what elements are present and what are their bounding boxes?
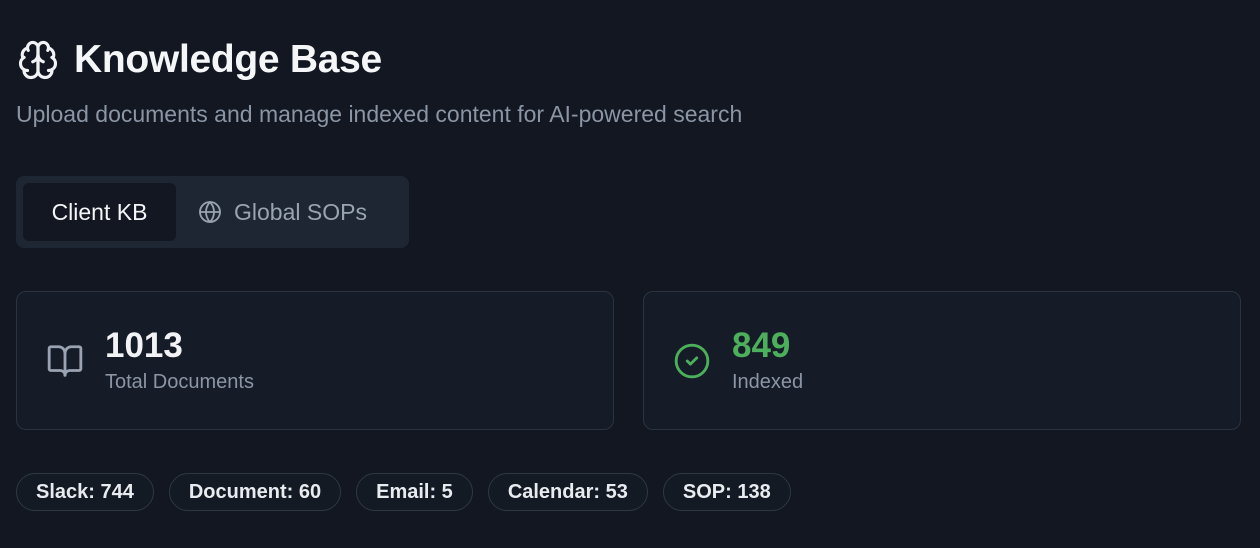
check-circle-icon: [672, 341, 712, 381]
page-header: Knowledge Base: [16, 38, 382, 82]
chip-email: Email: 5: [356, 473, 473, 511]
globe-icon: [198, 200, 222, 224]
brain-icon: [16, 38, 60, 82]
total-documents-value: 1013: [105, 325, 183, 365]
indexed-label: Indexed: [732, 370, 804, 393]
chip-calendar: Calendar: 53: [487, 473, 648, 511]
total-documents-card: 1013 Total Documents: [16, 291, 614, 430]
tab-global-sops-label: Global SOPs: [234, 198, 367, 225]
tab-client-kb-label: Client KB: [51, 198, 148, 225]
indexed-value: 849: [732, 325, 791, 365]
kb-tabs: Client KB Global SOPs: [16, 176, 409, 248]
chip-sop: SOP: 138: [662, 473, 791, 511]
indexed-card: 849 Indexed: [643, 291, 1241, 430]
page-subtitle: Upload documents and manage indexed cont…: [16, 101, 743, 127]
tab-client-kb[interactable]: Client KB: [23, 183, 176, 241]
tab-global-sops[interactable]: Global SOPs: [182, 183, 389, 241]
chip-slack: Slack: 744: [16, 473, 154, 511]
page-title: Knowledge Base: [74, 38, 382, 81]
book-open-icon: [45, 341, 85, 381]
chip-document: Document: 60: [168, 473, 342, 511]
knowledge-base-page: Knowledge Base Upload documents and mana…: [0, 0, 1260, 548]
source-chips: Slack: 744 Document: 60 Email: 5 Calenda…: [16, 473, 791, 511]
total-documents-label: Total Documents: [105, 370, 254, 393]
